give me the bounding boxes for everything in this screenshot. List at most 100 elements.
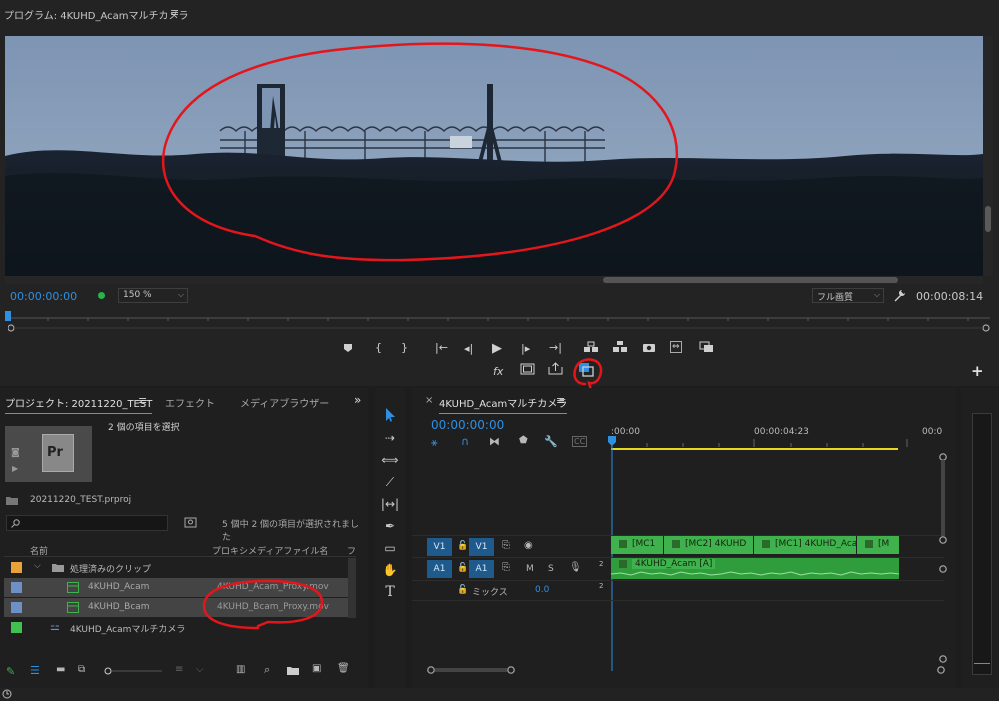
mute-button[interactable]: M [526, 564, 534, 574]
solo-button[interactable]: S [548, 564, 554, 574]
v1-target-track[interactable]: V1 [469, 538, 494, 556]
sync-lock-icon[interactable]: ⎘ [502, 540, 510, 551]
column-name[interactable]: 名前 [30, 544, 48, 557]
quality-value: フル画質 [817, 293, 854, 303]
new-bin-icon[interactable] [287, 666, 299, 675]
comparison-view-icon[interactable] [699, 341, 714, 353]
playback-resolution-select[interactable]: フル画質 ⌵ [812, 288, 884, 303]
captions-icon[interactable]: CC [572, 436, 588, 447]
go-to-out-icon[interactable]: →| [549, 341, 562, 354]
sync-lock-icon[interactable]: ⎘ [502, 562, 510, 573]
channel-count: 2 [599, 560, 604, 568]
tab-media-browser[interactable]: メディアブラウザー [240, 395, 329, 410]
more-tabs-icon[interactable]: » [354, 393, 361, 407]
mark-in-icon[interactable]: { [375, 341, 382, 354]
mix-value[interactable]: 0.0 [535, 585, 549, 595]
type-tool-icon[interactable]: T [380, 582, 400, 602]
timeline-vertical-scrollbar[interactable] [938, 450, 948, 665]
sort-icon[interactable]: ≡ [175, 664, 183, 675]
extract-icon[interactable] [612, 341, 628, 353]
list-item-folder[interactable]: ⌵ 処理済みのクリップ [4, 558, 348, 577]
label-color-swatch[interactable] [11, 602, 22, 613]
audio-clip[interactable]: 4KUHD_Acam [A] [611, 558, 899, 579]
hand-tool-icon[interactable]: ✋ [380, 560, 400, 580]
track-select-tool-icon[interactable]: ⇢ [380, 428, 400, 448]
column-proxy-file[interactable]: プロキシメディアファイル名 [212, 544, 328, 557]
trash-icon[interactable]: 🗑 [337, 663, 350, 674]
chevron-down-icon[interactable]: ⌵ [196, 664, 204, 675]
close-icon[interactable]: × [425, 395, 433, 406]
pen-tool-icon[interactable]: ✒ [380, 516, 400, 536]
rectangle-tool-icon[interactable]: ▭ [380, 538, 400, 558]
monitor-vertical-scrollbar[interactable] [983, 36, 993, 276]
chevron-down-icon[interactable]: ⌵ [34, 561, 41, 571]
monitor-time-ruler[interactable] [8, 310, 990, 332]
automate-to-sequence-icon[interactable]: ▥ [236, 664, 245, 675]
lock-icon[interactable]: 🔓 [457, 541, 468, 551]
lock-icon[interactable]: 🔓 [457, 563, 468, 573]
nest-toggle-icon[interactable]: ⚹ [431, 436, 438, 450]
zoom-slider[interactable] [104, 666, 164, 676]
add-button-icon[interactable]: + [971, 362, 984, 380]
wrench-icon[interactable]: 🔧 [544, 435, 558, 448]
video-frame-image [5, 36, 983, 276]
ripple-edit-tool-icon[interactable]: ⟺ [380, 450, 400, 470]
hamburger-icon[interactable]: ≡ [556, 394, 565, 407]
step-back-icon[interactable]: ◂| [464, 342, 473, 355]
safe-margins-icon[interactable] [520, 363, 535, 375]
fx-icon[interactable]: fx [493, 365, 503, 378]
label-color-swatch[interactable] [11, 562, 22, 573]
zoom-level-select[interactable]: 150 % ⌵ [118, 288, 188, 303]
go-to-in-icon[interactable]: |← [435, 341, 448, 354]
wrench-icon[interactable] [893, 289, 906, 302]
list-view-icon[interactable]: ☰ [30, 664, 40, 677]
pencil-icon[interactable]: ✎ [6, 665, 15, 678]
lock-icon[interactable]: 🔓 [457, 585, 468, 595]
freeform-view-icon[interactable]: ⧉ [78, 664, 85, 675]
slip-tool-icon[interactable]: |↔| [380, 494, 400, 514]
mark-out-icon[interactable]: } [401, 341, 408, 354]
project-search-input[interactable] [6, 515, 168, 531]
tab-sequence[interactable]: 4KUHD_Acamマルチカメラ [439, 395, 568, 414]
play-icon[interactable]: ▶ [492, 341, 502, 356]
multicam-toggle-icon[interactable] [571, 356, 603, 392]
microphone-icon[interactable]: 🎙 [569, 562, 582, 573]
video-clip[interactable]: [MC1] 4KUHD_Aca [754, 536, 856, 554]
tab-effects[interactable]: エフェクト [165, 395, 215, 410]
video-clip[interactable]: [MC1 [611, 536, 663, 554]
add-marker-icon[interactable]: ⬟ [519, 435, 528, 446]
eye-icon[interactable]: ◉ [524, 540, 533, 551]
proxy-toggle-icon[interactable]: ⇔ [670, 341, 682, 353]
camera-icon[interactable] [642, 342, 656, 353]
hamburger-icon[interactable]: ≡ [138, 394, 147, 407]
razor-tool-icon[interactable]: ⟋ [380, 472, 400, 492]
a1-source-patch[interactable]: A1 [427, 560, 452, 578]
snap-icon[interactable]: ∩ [461, 435, 469, 448]
monitor-horizontal-scrollbar[interactable] [5, 276, 983, 284]
video-clip[interactable]: [M [857, 536, 899, 554]
hamburger-icon[interactable]: ≡ [170, 6, 179, 19]
tab-project[interactable]: プロジェクト: 20211220_TEST [5, 395, 153, 414]
column-extra[interactable]: フ [347, 544, 356, 557]
a1-target-track[interactable]: A1 [469, 560, 494, 578]
new-item-icon[interactable]: ▣ [312, 663, 321, 674]
timeline-timecode[interactable]: 00:00:00:00 [431, 418, 504, 432]
project-list-scrollbar[interactable] [348, 558, 356, 618]
icon-view-icon[interactable]: ▬ [56, 664, 65, 675]
find-icon[interactable] [184, 517, 197, 528]
monitor-playhead[interactable] [5, 311, 11, 321]
label-color-swatch[interactable] [11, 582, 22, 593]
timeline-horizontal-scrollbar[interactable] [426, 665, 946, 675]
timeline-ruler[interactable]: :00:00 00:00:04:23 00:0 [611, 426, 951, 450]
add-marker-icon[interactable] [343, 343, 353, 353]
export-icon[interactable] [548, 362, 563, 375]
lift-icon[interactable] [583, 341, 599, 353]
playhead-timecode[interactable]: 00:00:00:00 [10, 290, 77, 303]
linked-selection-icon[interactable]: ⧓ [489, 435, 500, 448]
v1-source-patch[interactable]: V1 [427, 538, 452, 556]
label-color-swatch[interactable] [11, 622, 22, 633]
selection-tool-icon[interactable] [380, 405, 400, 425]
step-forward-icon[interactable]: |▸ [521, 342, 530, 355]
video-clip[interactable]: [MC2] 4KUHD [664, 536, 753, 554]
find-icon[interactable]: ⌕ [264, 663, 270, 677]
